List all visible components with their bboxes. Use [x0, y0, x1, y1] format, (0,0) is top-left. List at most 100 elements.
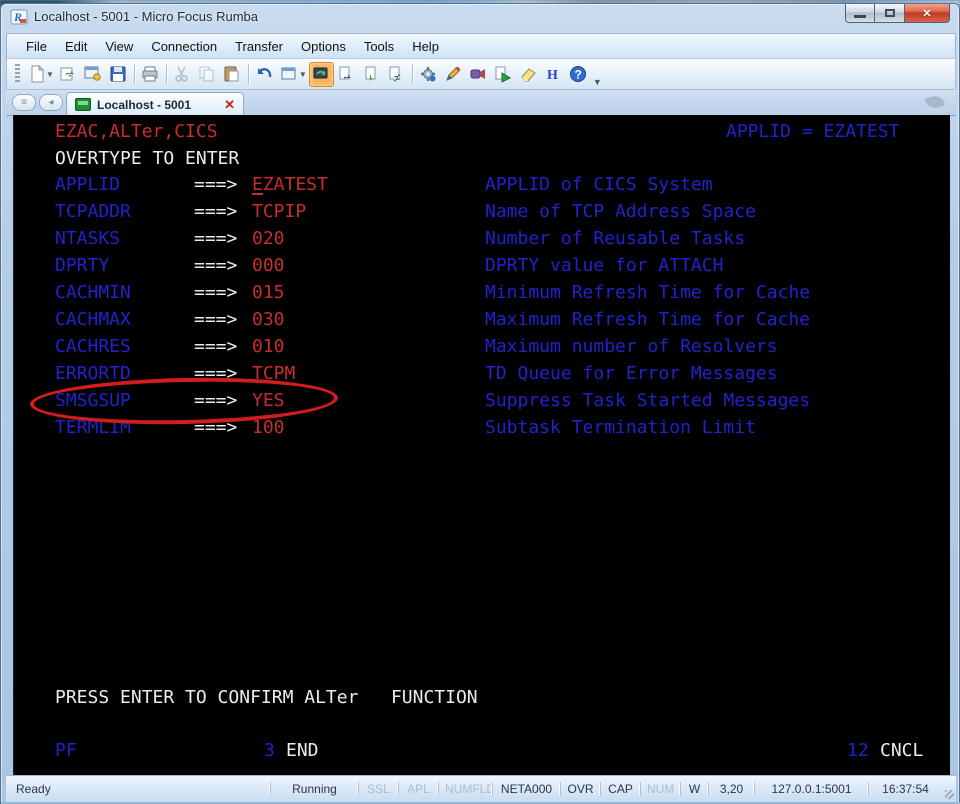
- svg-text:?: ?: [575, 68, 582, 82]
- status-ovr[interactable]: OVR: [560, 782, 600, 796]
- title-bar[interactable]: R Localhost - 5001 - Micro Focus Rumba ✕: [1, 4, 959, 31]
- color-pen-icon[interactable]: [441, 62, 466, 87]
- run-macro-icon[interactable]: [491, 62, 516, 87]
- terminal-applid-status: APPLID = EZATEST: [726, 122, 899, 142]
- tab-bar: ≡ ◂ Localhost - 5001 ✕: [6, 90, 956, 116]
- field-row[interactable]: APPLID ===> EZATEST APPLID of CICS Syste…: [14, 175, 950, 195]
- pf-prefix: PF: [55, 741, 77, 761]
- field-label: CACHRES: [55, 337, 131, 357]
- field-label: CACHMIN: [55, 283, 131, 303]
- toolbar-separator: [166, 64, 167, 84]
- menu-view[interactable]: View: [96, 36, 142, 57]
- field-value[interactable]: 000: [252, 256, 285, 276]
- toolbar-overflow-icon[interactable]: ▼: [593, 77, 602, 89]
- field-label: APPLID: [55, 175, 120, 195]
- display-setup-dropdown-icon[interactable]: ▼: [299, 70, 307, 79]
- print-icon[interactable]: [138, 62, 163, 87]
- field-value[interactable]: 020: [252, 229, 285, 249]
- session-tab[interactable]: Localhost - 5001 ✕: [66, 92, 244, 116]
- toolbar-separator: [412, 64, 413, 84]
- menu-help[interactable]: Help: [403, 36, 448, 57]
- rumba-window: R Localhost - 5001 - Micro Focus Rumba ✕…: [0, 3, 960, 804]
- pf12-label[interactable]: CNCL: [880, 741, 923, 761]
- copy-icon[interactable]: [195, 62, 220, 87]
- pf12-number[interactable]: 12: [847, 741, 869, 761]
- terminal-command[interactable]: EZAC,ALTer,CICS: [55, 122, 218, 142]
- field-value[interactable]: 100: [252, 418, 285, 438]
- maximize-button[interactable]: [875, 4, 905, 23]
- window-title: Localhost - 5001 - Micro Focus Rumba: [34, 9, 258, 24]
- session-profile-icon[interactable]: [81, 62, 106, 87]
- field-arrow: ===>: [194, 337, 237, 357]
- macro-icon[interactable]: [466, 62, 491, 87]
- tab-label: Localhost - 5001: [97, 98, 218, 112]
- connect-icon[interactable]: [56, 62, 81, 87]
- status-clock: 16:37:54: [868, 782, 942, 796]
- field-value[interactable]: 015: [252, 283, 285, 303]
- field-row[interactable]: CACHRES ===> 010 Maximum number of Resol…: [14, 337, 950, 357]
- receive-file-icon[interactable]: [359, 62, 384, 87]
- field-row[interactable]: CACHMAX ===> 030 Maximum Refresh Time fo…: [14, 310, 950, 330]
- tab-close-icon[interactable]: ✕: [224, 97, 235, 113]
- status-apl: APL: [398, 782, 438, 796]
- keyboard-map-icon[interactable]: [309, 62, 334, 87]
- eraser-icon[interactable]: [516, 62, 541, 87]
- field-value[interactable]: EZATEST: [252, 175, 328, 195]
- undo-icon[interactable]: [252, 62, 277, 87]
- field-row[interactable]: DPRTY ===> 000 DPRTY value for ATTACH: [14, 256, 950, 276]
- tab-bar-decoration-icon: [925, 94, 945, 110]
- hotspots-icon[interactable]: H: [541, 62, 566, 87]
- toolbar-separator: [248, 64, 249, 84]
- field-label: TCPADDR: [55, 202, 131, 222]
- paste-icon[interactable]: [220, 62, 245, 87]
- status-num: NUM: [640, 782, 680, 796]
- menu-transfer[interactable]: Transfer: [226, 36, 292, 57]
- menu-connection[interactable]: Connection: [142, 36, 226, 57]
- menu-edit[interactable]: Edit: [56, 36, 96, 57]
- status-cursor-position: 3,20: [708, 782, 754, 796]
- status-ssl: SSL: [358, 782, 398, 796]
- field-arrow: ===>: [194, 229, 237, 249]
- menu-file[interactable]: File: [17, 36, 56, 57]
- field-description: Maximum number of Resolvers: [485, 337, 778, 357]
- minimize-button[interactable]: [845, 4, 875, 23]
- screen-root: R Localhost - 5001 - Micro Focus Rumba ✕…: [0, 0, 960, 804]
- send-file-icon[interactable]: [334, 62, 359, 87]
- menu-options[interactable]: Options: [292, 36, 355, 57]
- settings-gear-icon[interactable]: [416, 62, 441, 87]
- field-row[interactable]: CACHMIN ===> 015 Minimum Refresh Time fo…: [14, 283, 950, 303]
- toolbar: ▼: [6, 59, 956, 90]
- menu-tools[interactable]: Tools: [355, 36, 403, 57]
- field-value[interactable]: 030: [252, 310, 285, 330]
- field-row[interactable]: NTASKS ===> 020 Number of Reusable Tasks: [14, 229, 950, 249]
- field-description: APPLID of CICS System: [485, 175, 713, 195]
- field-arrow: ===>: [194, 256, 237, 276]
- field-description: Maximum Refresh Time for Cache: [485, 310, 810, 330]
- terminal-3270-icon: [75, 98, 91, 111]
- field-row[interactable]: TCPADDR ===> TCPIP Name of TCP Address S…: [14, 202, 950, 222]
- svg-text:H: H: [547, 68, 558, 83]
- status-host-address: 127.0.0.1:5001: [754, 782, 868, 796]
- field-description: Name of TCP Address Space: [485, 202, 756, 222]
- terminal-screen[interactable]: EZAC,ALTer,CICS APPLID = EZATEST OVERTYP…: [13, 115, 950, 775]
- field-arrow: ===>: [194, 310, 237, 330]
- transfer-file-icon[interactable]: [384, 62, 409, 87]
- save-icon[interactable]: [106, 62, 131, 87]
- status-word-wrap: W: [680, 782, 708, 796]
- toolbar-grip[interactable]: [15, 64, 20, 84]
- rumba-logo-icon: R: [10, 9, 28, 25]
- tab-list-button[interactable]: ≡: [12, 94, 36, 111]
- resize-grip[interactable]: [942, 776, 956, 802]
- cut-icon[interactable]: [170, 62, 195, 87]
- new-session-dropdown-icon[interactable]: ▼: [46, 70, 54, 79]
- status-numfld: NUMFLD: [438, 782, 492, 796]
- toolbar-separator: [134, 64, 135, 84]
- tab-scroll-left-button[interactable]: ◂: [39, 94, 63, 111]
- field-value[interactable]: 010: [252, 337, 285, 357]
- field-arrow: ===>: [194, 175, 237, 195]
- help-icon[interactable]: ?: [566, 62, 591, 87]
- close-button[interactable]: ✕: [905, 4, 950, 23]
- pf3-label[interactable]: END: [286, 741, 319, 761]
- pf3-number[interactable]: 3: [264, 741, 275, 761]
- field-value[interactable]: TCPIP: [252, 202, 306, 222]
